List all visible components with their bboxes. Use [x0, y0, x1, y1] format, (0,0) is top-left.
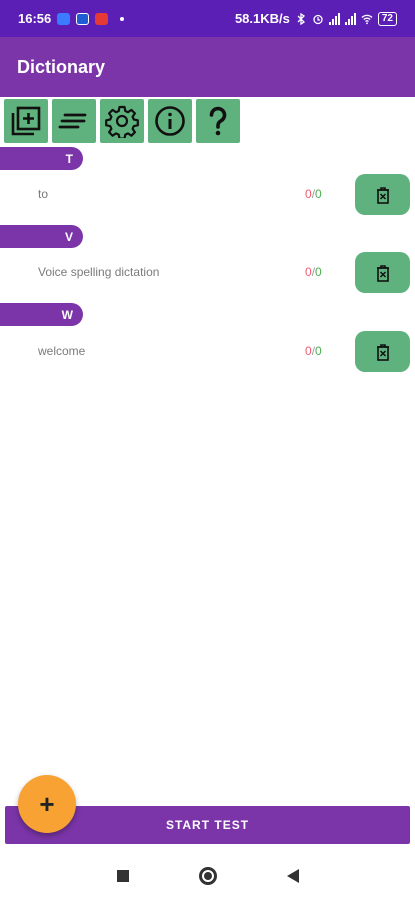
- back-button[interactable]: [286, 869, 299, 883]
- right-count: 0: [315, 265, 322, 279]
- right-count: 0: [315, 187, 322, 201]
- trash-icon: [376, 343, 389, 361]
- wrong-count: 0: [305, 265, 312, 279]
- help-button[interactable]: [196, 99, 240, 143]
- recents-button[interactable]: [116, 870, 129, 882]
- toolbar: [4, 99, 240, 143]
- info-icon: [155, 106, 185, 136]
- signal-icon: [344, 12, 356, 25]
- word-row[interactable]: welcome 0/0: [0, 331, 415, 376]
- delete-word-button[interactable]: [355, 174, 410, 215]
- battery-icon: 72: [377, 11, 397, 26]
- word-score: 0/0: [305, 187, 322, 201]
- add-library-icon: [11, 106, 41, 136]
- word-score: 0/0: [305, 265, 322, 279]
- section-letter: W: [61, 307, 73, 322]
- word-text: to: [38, 187, 49, 201]
- section-header-t: T: [0, 147, 83, 170]
- notification-dot-icon: [120, 16, 125, 21]
- start-test-label: START TEST: [165, 818, 250, 832]
- delete-word-button[interactable]: [355, 331, 410, 372]
- word-score: 0/0: [305, 344, 322, 358]
- status-left: 16:56: [18, 11, 125, 26]
- help-icon: [209, 106, 227, 136]
- right-count: 0: [315, 344, 322, 358]
- status-bar: 16:56 58.1KB/s 72: [0, 0, 415, 37]
- trash-icon: [376, 186, 389, 204]
- wifi-icon: [361, 14, 373, 24]
- home-button[interactable]: [198, 867, 217, 885]
- plus-icon: +: [39, 788, 55, 819]
- section-letter: V: [64, 229, 73, 244]
- word-row[interactable]: to 0/0: [0, 174, 415, 219]
- gear-icon: [105, 105, 139, 138]
- word-text: welcome: [38, 344, 86, 358]
- sort-lines-icon: [58, 113, 87, 129]
- trash-icon: [376, 264, 389, 282]
- word-row[interactable]: Voice spelling dictation 0/0: [0, 252, 415, 297]
- app-icon-2: [76, 12, 90, 25]
- section-header-w: W: [0, 303, 83, 326]
- app-title: Dictionary: [17, 56, 106, 77]
- network-speed: 58.1KB/s: [234, 11, 290, 26]
- status-time: 16:56: [18, 11, 52, 26]
- signal-icon: [328, 12, 340, 25]
- delete-word-button[interactable]: [355, 252, 410, 293]
- section-header-v: V: [0, 225, 83, 248]
- app-icon-1: [57, 12, 71, 25]
- alarm-icon: [313, 14, 323, 24]
- add-library-button[interactable]: [4, 99, 48, 143]
- section-letter: T: [65, 151, 73, 166]
- info-button[interactable]: [148, 99, 192, 143]
- word-text: Voice spelling dictation: [38, 265, 160, 279]
- wrong-count: 0: [305, 187, 312, 201]
- sort-button[interactable]: [52, 99, 96, 143]
- add-word-fab[interactable]: +: [18, 775, 76, 833]
- youtube-icon: [95, 12, 109, 25]
- system-nav-bar: [0, 852, 415, 900]
- bluetooth-icon: [297, 12, 305, 25]
- settings-button[interactable]: [100, 99, 144, 143]
- status-right: 58.1KB/s 72: [235, 11, 397, 26]
- screen: 16:56 58.1KB/s 72 Dictionary T to 0/0 V …: [0, 0, 415, 900]
- app-bar: Dictionary: [0, 37, 415, 97]
- wrong-count: 0: [305, 344, 312, 358]
